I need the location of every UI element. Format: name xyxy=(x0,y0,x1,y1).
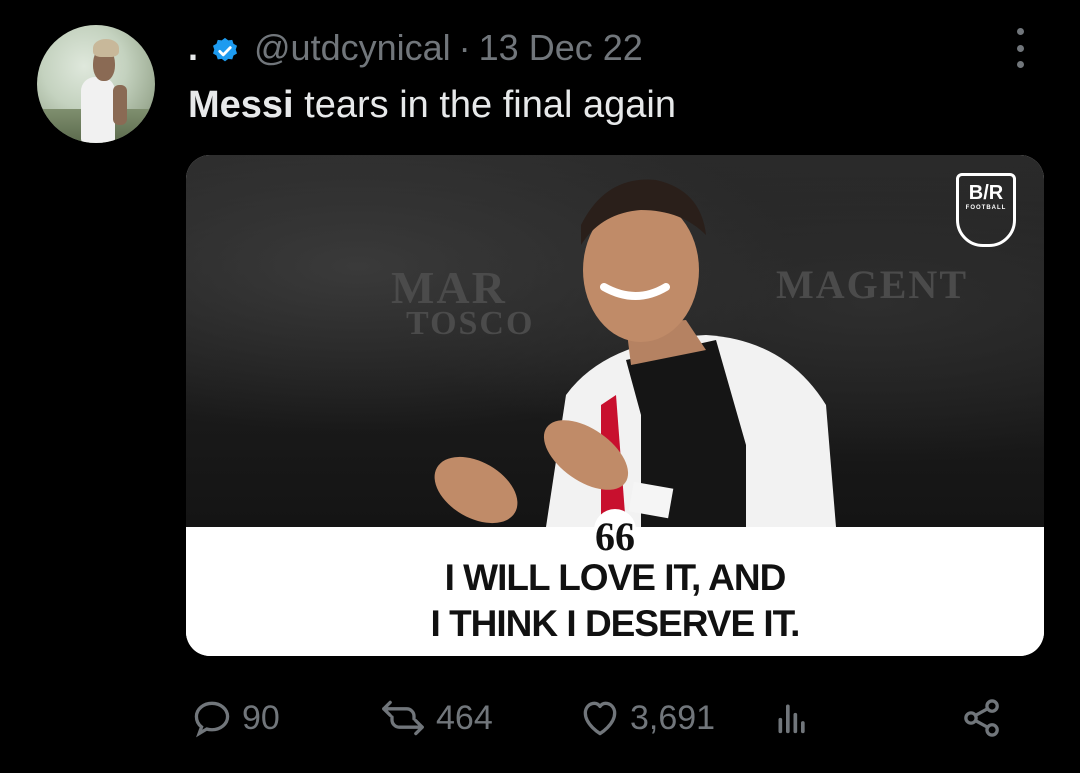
avatar-figure-body xyxy=(81,77,115,143)
retweet-button[interactable]: 464 xyxy=(378,690,493,746)
stadium-photo: MAR TOSCO MAGENT B/R FOOTBALL xyxy=(186,155,1044,527)
tweet-text-bold: Messi xyxy=(188,84,294,126)
display-name[interactable]: . xyxy=(188,27,198,69)
verified-badge-icon xyxy=(210,33,240,63)
meta-separator: · xyxy=(458,27,471,68)
quote-panel: 66 I WILL LOVE IT, AND I THINK I DESERVE… xyxy=(186,509,1044,656)
user-handle[interactable]: @utdcynical xyxy=(254,27,451,69)
reply-button[interactable]: 90 xyxy=(190,690,280,746)
tweet-actions: 90 464 3,691 xyxy=(0,690,1080,746)
retweet-count: 464 xyxy=(436,698,493,737)
quote-line-1: I WILL LOVE IT, AND xyxy=(444,557,787,598)
tweet-text-rest: tears in the final again xyxy=(293,84,676,126)
views-analytics-icon xyxy=(778,704,805,734)
like-count: 3,691 xyxy=(630,698,716,737)
reply-count: 90 xyxy=(242,698,280,737)
tweet-date[interactable]: 13 Dec 22 xyxy=(479,27,643,69)
reply-icon xyxy=(194,701,230,738)
avatar[interactable] xyxy=(37,25,155,143)
avatar-figure-arm xyxy=(113,85,127,125)
retweet-icon xyxy=(382,700,424,736)
quote-mark-icon: 66 xyxy=(594,509,636,559)
bleacher-report-logo: B/R FOOTBALL xyxy=(956,173,1016,247)
avatar-figure-hair xyxy=(93,39,119,57)
tweet-text: Messi tears in the final again xyxy=(188,84,676,127)
views-button[interactable] xyxy=(772,690,820,746)
share-button[interactable] xyxy=(960,690,1012,746)
quote-line-2: I THINK I DESERVE IT. xyxy=(430,603,801,644)
share-icon xyxy=(964,699,999,737)
player-figure xyxy=(434,179,836,527)
tweet-header: . @utdcynical · 13 Dec 22 xyxy=(188,24,643,72)
tweet-media-image[interactable]: MAR TOSCO MAGENT B/R FOOTBALL 66 I WILL … xyxy=(186,155,1044,656)
heart-icon xyxy=(583,701,617,736)
more-options-icon[interactable] xyxy=(1005,28,1035,68)
like-button[interactable]: 3,691 xyxy=(578,690,715,746)
